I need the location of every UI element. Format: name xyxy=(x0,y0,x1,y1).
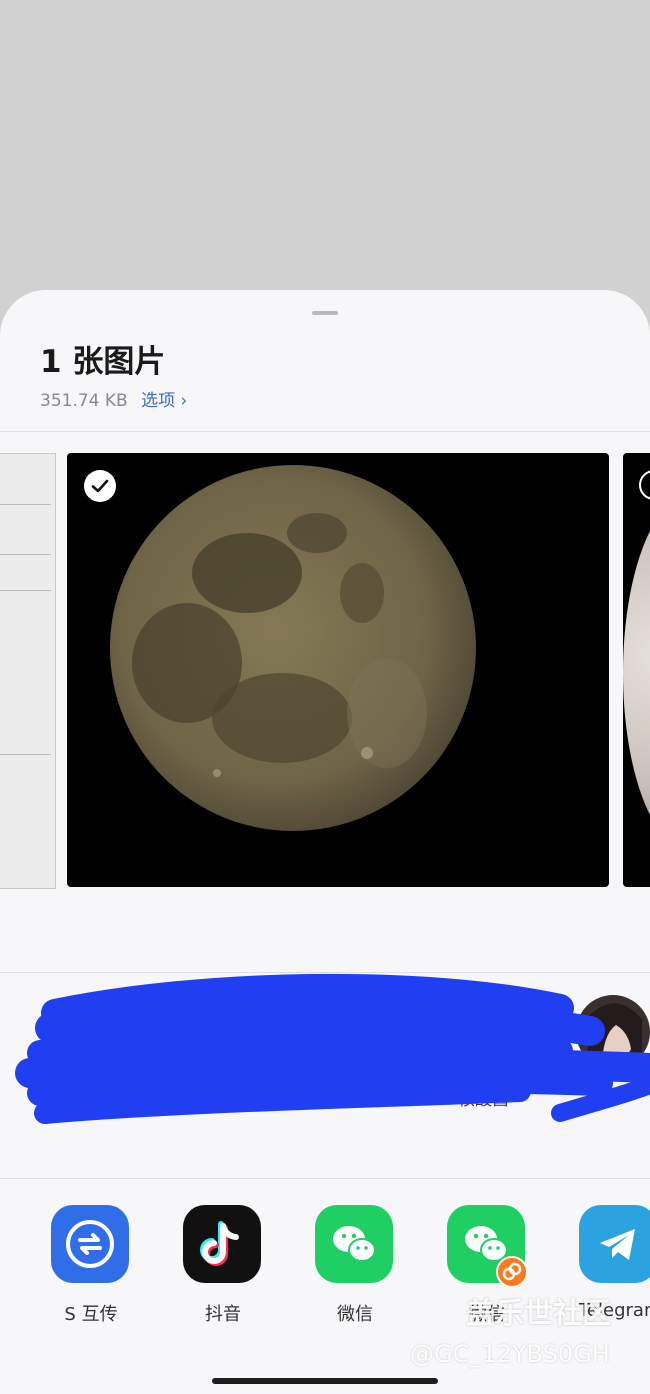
dual-app-badge-icon xyxy=(496,1256,528,1288)
tiktok-glyph xyxy=(200,1221,239,1266)
app-label: 抖音 xyxy=(205,1304,241,1325)
chevron-right-icon: › xyxy=(180,391,188,411)
share-title: 1 张图片 xyxy=(40,344,166,380)
document-line xyxy=(0,504,51,505)
share-sheet: 1 张图片 351.74 KB 选项 › 吉 于总 核酸酱 S 互传 抖音 微信… xyxy=(0,290,650,1394)
watermark-logo-text: 盖乐世社区 xyxy=(466,1296,612,1330)
transfer-icon xyxy=(51,1205,129,1283)
wechat-glyph xyxy=(333,1226,376,1262)
checkmark-icon[interactable] xyxy=(84,470,116,502)
file-size: 351.74 KB xyxy=(40,391,128,411)
divider xyxy=(0,431,650,432)
app-label: 微信 xyxy=(337,1304,373,1325)
recent-contacts-row: 吉 于总 核酸酱 xyxy=(0,973,650,1178)
file-meta: 351.74 KB 选项 › xyxy=(40,386,187,411)
app-share-s-transfer[interactable]: S 互传 xyxy=(51,1205,131,1326)
image-thumbnail-next[interactable] xyxy=(623,453,650,887)
telegram-glyph xyxy=(600,1229,635,1260)
transfer-glyph xyxy=(66,1220,114,1268)
divider xyxy=(0,1178,650,1179)
app-share-douyin[interactable]: 抖音 xyxy=(183,1205,263,1326)
home-indicator[interactable] xyxy=(212,1378,438,1384)
document-line xyxy=(0,590,51,591)
app-share-wechat[interactable]: 微信 xyxy=(315,1205,395,1326)
options-link[interactable]: 选项 › xyxy=(141,391,187,411)
image-thumbnail-moon[interactable] xyxy=(67,453,609,887)
redaction-scribble xyxy=(15,973,650,1124)
document-line xyxy=(0,554,51,555)
tiktok-icon xyxy=(183,1205,261,1283)
moon-image-partial xyxy=(623,493,650,853)
sheet-grabber[interactable] xyxy=(312,311,338,315)
document-line xyxy=(0,754,51,755)
options-label: 选项 xyxy=(141,391,176,411)
checkmark-glyph xyxy=(91,479,109,493)
watermark-username: @GC_12YBS0GH xyxy=(410,1340,610,1368)
moon-image xyxy=(110,465,476,831)
image-thumbnail-prev[interactable] xyxy=(0,453,56,889)
wechat-icon xyxy=(315,1205,393,1283)
app-label: S 互传 xyxy=(64,1304,118,1325)
telegram-icon xyxy=(579,1205,650,1283)
wechat-icon xyxy=(447,1205,528,1288)
